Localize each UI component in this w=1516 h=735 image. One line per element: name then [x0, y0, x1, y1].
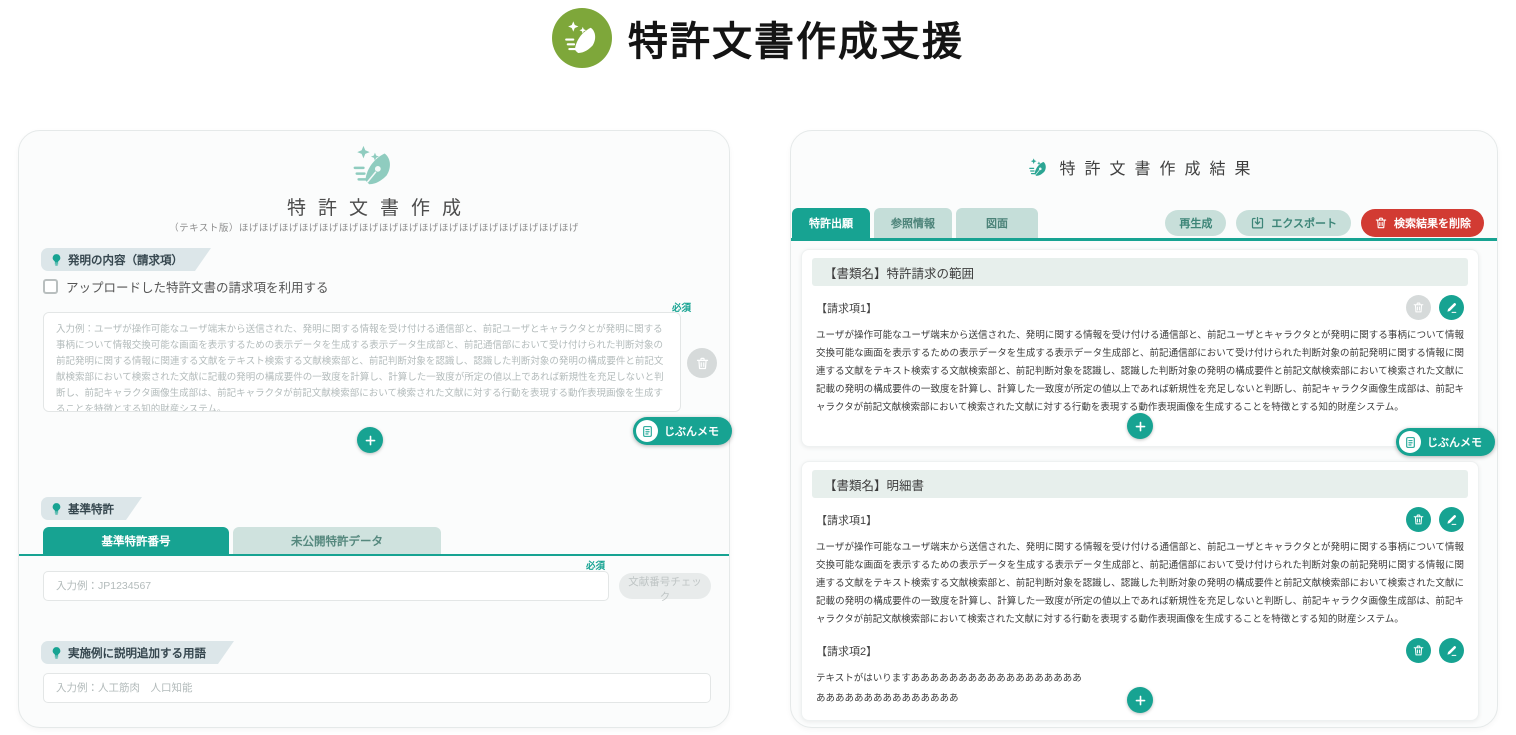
trash-icon — [1374, 216, 1388, 230]
section-label-invention: 発明の内容（請求項） — [41, 248, 211, 271]
app-header: 特許文書作成支援 — [0, 8, 1516, 68]
pen-icon — [1028, 157, 1049, 178]
claim-row: 【請求項2】 — [816, 638, 1464, 663]
document-block-claims-scope: 【書類名】特許請求の範囲 【請求項1】 ユーザが操作可能なユーザ端末から送信され… — [801, 249, 1479, 447]
left-panel-title: 特許文書作成 — [286, 198, 473, 219]
use-uploaded-claims-checkbox[interactable]: アップロードした特許文書の請求項を利用する — [43, 277, 329, 296]
regenerate-button[interactable]: 再生成 — [1165, 210, 1227, 236]
clear-claims-button[interactable] — [687, 348, 717, 378]
tab-unpublished-patent-data[interactable]: 未公開特許データ — [233, 527, 441, 554]
tab-drawings[interactable]: 図面 — [956, 208, 1038, 238]
lightbulb-icon — [50, 502, 63, 515]
claim-actions — [1406, 638, 1464, 663]
memo-doc-icon — [636, 420, 658, 442]
claim-label: 【請求項1】 — [816, 302, 878, 315]
section-label-text: 基準特許 — [68, 503, 114, 516]
my-memo-button[interactable]: じぶんメモ — [1396, 428, 1495, 456]
checkbox-label: アップロードした特許文書の請求項を利用する — [66, 281, 329, 295]
tab-underline — [19, 554, 729, 556]
terms-input[interactable] — [43, 673, 711, 703]
section-label-terms: 実施例に説明追加する用語 — [41, 641, 234, 664]
edit-claim-button[interactable] — [1439, 295, 1464, 320]
tab-underline — [791, 238, 1497, 241]
claim-row: 【請求項1】 — [816, 507, 1464, 532]
app-logo-pen-icon — [552, 8, 612, 68]
claim-text: ユーザが操作可能なユーザ端末から送信された、発明に関する情報を受け付ける通信部と… — [816, 330, 1464, 413]
lightbulb-icon — [50, 646, 63, 659]
add-claim-button[interactable] — [357, 427, 383, 453]
patent-number-input[interactable] — [43, 571, 609, 601]
tab-base-patent-number[interactable]: 基準特許番号 — [43, 527, 229, 554]
checkbox-box[interactable] — [43, 279, 58, 294]
claim-label: 【請求項2】 — [816, 645, 878, 658]
delete-button-label: 検索結果を削除 — [1394, 218, 1471, 230]
claim-actions — [1406, 295, 1464, 320]
plus-icon — [1134, 694, 1147, 707]
pen-icon — [351, 143, 397, 189]
right-panel: 特許文書作成結果 特許出願 参照情報 図面 再生成 エクスポート 検索結果を削除… — [790, 130, 1498, 728]
export-button-label: エクスポート — [1271, 218, 1337, 230]
trash-icon — [1412, 644, 1425, 657]
memo-button-label: じぶんメモ — [664, 426, 719, 438]
claim-text: ユーザが操作可能なユーザ端末から送信された、発明に関する情報を受け付ける通信部と… — [816, 542, 1464, 625]
add-claim-button[interactable] — [1127, 687, 1153, 713]
left-panel-subtitle: （テキスト版）ほげほげほげほげほげほげほげほげほげほげほげほげほげほげほげほげほ… — [169, 223, 579, 234]
delete-claim-button[interactable] — [1406, 295, 1431, 320]
section-label-text: 実施例に説明追加する用語 — [68, 647, 206, 660]
right-panel-header: 特許文書作成結果 — [791, 155, 1497, 179]
my-memo-button[interactable]: じぶんメモ — [633, 417, 732, 445]
app-title: 特許文書作成支援 — [628, 20, 964, 64]
delete-claim-button[interactable] — [1406, 507, 1431, 532]
export-icon — [1250, 216, 1265, 231]
edit-claim-button[interactable] — [1439, 638, 1464, 663]
claim-text: テキストがはいりますああああああああああああああああああ — [816, 673, 1082, 684]
left-panel: 特許文書作成 （テキスト版）ほげほげほげほげほげほげほげほげほげほげほげほげほげ… — [18, 130, 732, 728]
plus-icon — [1134, 420, 1147, 433]
document-header: 【書類名】明細書 — [812, 470, 1468, 498]
claim-actions — [1406, 507, 1464, 532]
add-claim-button[interactable] — [1127, 413, 1153, 439]
claims-textarea[interactable] — [43, 312, 681, 412]
section-label-text: 発明の内容（請求項） — [68, 254, 183, 267]
claim-row: 【請求項1】 — [816, 295, 1464, 320]
document-header: 【書類名】特許請求の範囲 — [812, 258, 1468, 286]
delete-results-button[interactable]: 検索結果を削除 — [1361, 209, 1484, 237]
document-number-check-button[interactable]: 文献番号チェック — [619, 573, 711, 603]
claim-label: 【請求項1】 — [816, 514, 878, 527]
delete-claim-button[interactable] — [1406, 638, 1431, 663]
plus-icon — [364, 434, 377, 447]
edit-claim-button[interactable] — [1439, 507, 1464, 532]
tab-patent-application[interactable]: 特許出願 — [792, 208, 870, 238]
trash-icon — [1412, 301, 1425, 314]
required-badge: 必須 — [585, 561, 605, 572]
section-label-base-patent: 基準特許 — [41, 497, 142, 520]
memo-button-label: じぶんメモ — [1427, 437, 1482, 449]
tab-reference-info[interactable]: 参照情報 — [874, 208, 952, 238]
document-block-specification: 【書類名】明細書 【請求項1】 ユーザが操作可能なユーザ端末から送信された、発明… — [801, 461, 1479, 721]
pencil-icon — [1445, 301, 1458, 314]
base-patent-tabs: 基準特許番号 未公開特許データ — [43, 527, 441, 554]
lightbulb-icon — [50, 253, 63, 266]
pencil-icon — [1445, 644, 1458, 657]
memo-doc-icon — [1399, 431, 1421, 453]
result-actions: 再生成 エクスポート 検索結果を削除 — [1165, 209, 1484, 237]
export-button[interactable]: エクスポート — [1236, 210, 1351, 236]
pencil-icon — [1445, 513, 1458, 526]
trash-icon — [695, 356, 710, 371]
right-panel-title: 特許文書作成結果 — [1059, 161, 1260, 178]
trash-icon — [1412, 513, 1425, 526]
result-tabs: 特許出願 参照情報 図面 — [792, 208, 1038, 238]
